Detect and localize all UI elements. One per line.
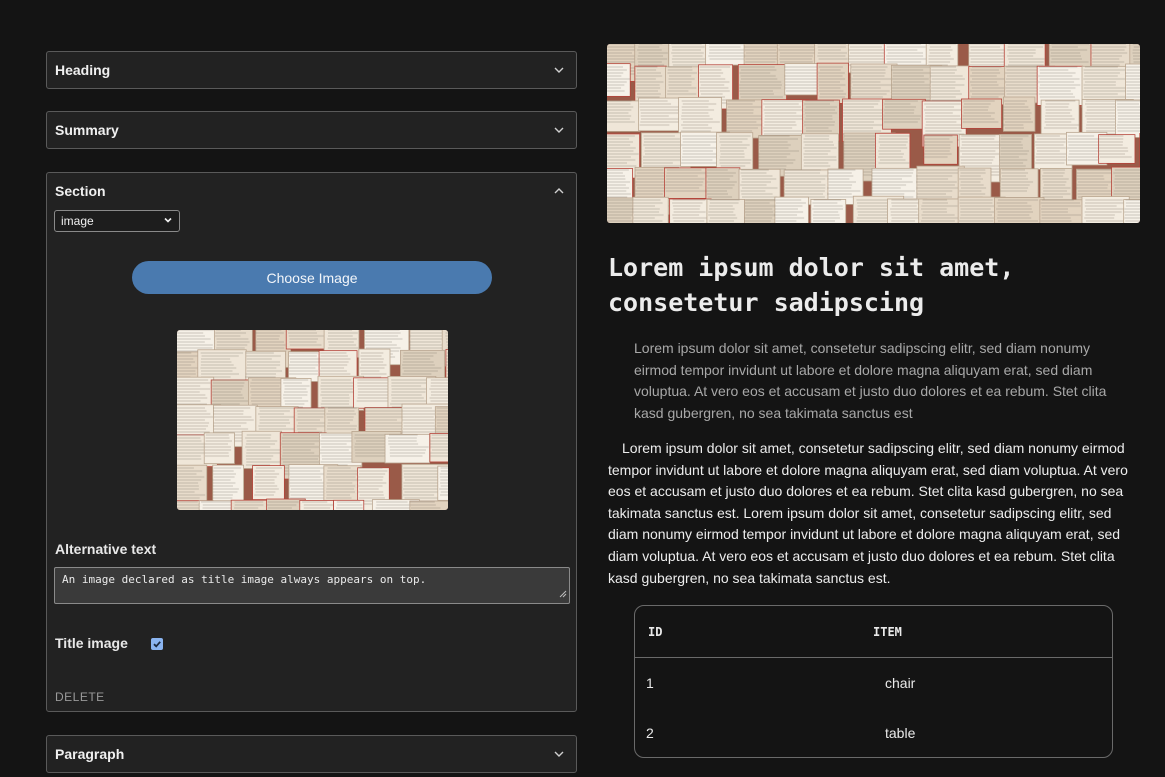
chevron-down-icon[interactable]: [552, 123, 566, 137]
title-image-label: Title image: [55, 635, 128, 651]
accordion-header[interactable]: Heading: [47, 52, 576, 88]
accordion-title: Paragraph: [55, 746, 125, 762]
accordion-summary[interactable]: Summary: [46, 111, 577, 149]
delete-button[interactable]: DELETE: [55, 690, 105, 704]
section-type-value: image: [61, 214, 94, 228]
chevron-down-icon[interactable]: [552, 63, 566, 77]
accordion-header[interactable]: Section: [47, 173, 576, 209]
chevron-up-icon[interactable]: [552, 184, 566, 198]
image-thumbnail: [177, 330, 448, 510]
accordion-paragraph[interactable]: Paragraph: [46, 735, 577, 773]
title-image: [607, 44, 1140, 223]
preview-paragraph: Lorem ipsum dolor sit amet, consetetur s…: [608, 440, 1128, 586]
accordion-title: Heading: [55, 62, 111, 78]
table-row: 2 table: [635, 708, 1112, 757]
resize-grip-icon[interactable]: [559, 588, 567, 601]
table-cell-id: 1: [646, 675, 654, 691]
preview-heading: Lorem ipsum dolor sit amet, consetetur s…: [608, 253, 1015, 317]
chevron-down-icon[interactable]: [552, 747, 566, 761]
table-header-item: ITEM: [873, 624, 902, 639]
table-cell-item: table: [885, 725, 916, 741]
table-cell-item: chair: [885, 675, 916, 691]
accordion-title: Summary: [55, 122, 119, 138]
table-header-row: ID ITEM: [635, 606, 1112, 658]
table-header-id: ID: [648, 624, 663, 639]
choose-image-button[interactable]: Choose Image: [132, 261, 492, 294]
accordion-heading[interactable]: Heading: [46, 51, 577, 89]
table-cell-id: 2: [646, 725, 654, 741]
chevron-down-icon: [163, 214, 173, 228]
accordion-title: Section: [55, 183, 106, 199]
section-type-select[interactable]: image: [54, 210, 180, 232]
accordion-section: Section image Choose Image Alternative t…: [46, 172, 577, 712]
preview-summary: Lorem ipsum dolor sit amet, consetetur s…: [634, 340, 1107, 421]
accordion-header[interactable]: Paragraph: [47, 736, 576, 772]
alt-text-field[interactable]: An image declared as title image always …: [54, 567, 570, 604]
alt-text-label: Alternative text: [55, 541, 157, 557]
accordion-header[interactable]: Summary: [47, 112, 576, 148]
table-row: 1 chair: [635, 658, 1112, 708]
title-image-checkbox[interactable]: [151, 638, 163, 650]
alt-text-value: An image declared as title image always …: [62, 573, 427, 586]
preview-table: ID ITEM 1 chair 2 table: [634, 605, 1113, 758]
